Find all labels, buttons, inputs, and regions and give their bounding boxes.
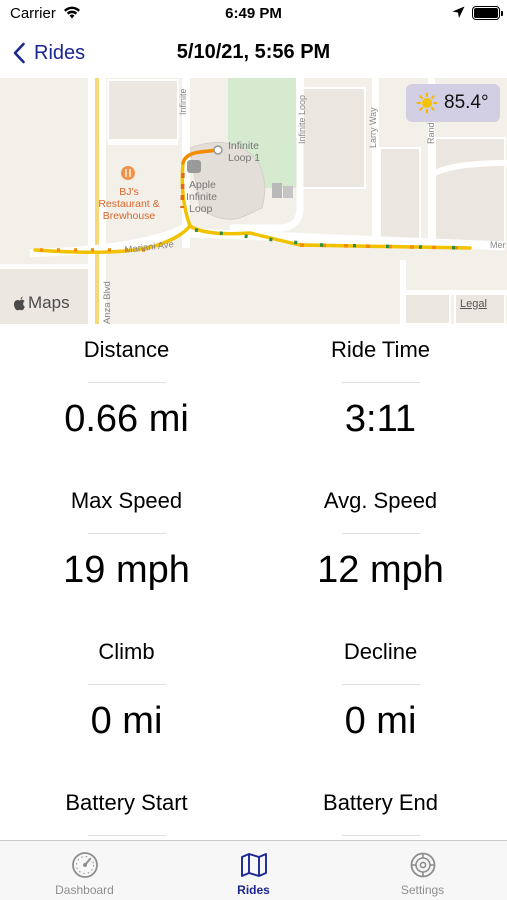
location-arrow-icon bbox=[452, 6, 465, 18]
street-infinite-loop-label: Infinite Loop bbox=[297, 95, 307, 144]
stat-label: Climb bbox=[98, 639, 155, 664]
building-label-line-1: Infinite bbox=[228, 140, 259, 152]
stat-climb: Climb 0 mi bbox=[0, 626, 253, 755]
page-title: 5/10/21, 5:56 PM bbox=[176, 41, 331, 63]
stat-value: 0 mi bbox=[344, 700, 417, 742]
battery-icon bbox=[472, 6, 503, 20]
stat-label: Battery End bbox=[323, 790, 438, 815]
stat-battery-start: Battery Start bbox=[0, 777, 253, 836]
street-mer-label: Mer bbox=[490, 240, 506, 250]
tab-settings[interactable]: Settings bbox=[338, 841, 507, 900]
maps-branding: Maps bbox=[28, 293, 70, 312]
tab-label: Settings bbox=[400, 883, 445, 897]
weather-temperature: 85.4° bbox=[444, 92, 489, 113]
stat-value: 0.66 mi bbox=[64, 398, 189, 440]
legal-link[interactable]: Legal bbox=[460, 298, 487, 310]
tab-dashboard[interactable]: Dashboard bbox=[0, 841, 169, 900]
navigation-bar: Rides 5/10/21, 5:56 PM bbox=[0, 30, 507, 78]
campus-label-line-1: Apple bbox=[189, 179, 216, 191]
maps-logo: Maps bbox=[13, 293, 70, 313]
gear-icon bbox=[410, 852, 435, 878]
stat-value: 19 mph bbox=[63, 549, 190, 591]
stat-label: Battery Start bbox=[65, 790, 188, 815]
apple-logo-icon bbox=[13, 296, 25, 310]
ride-stats: Distance 0.66 mi Ride Time 3:11 Max Spee… bbox=[0, 324, 507, 840]
building-label-line-2: Loop 1 bbox=[228, 152, 260, 164]
stat-label: Decline bbox=[343, 639, 418, 664]
status-bar: Carrier 6:49 PM bbox=[0, 0, 507, 30]
campus-label-line-3: Loop bbox=[189, 203, 213, 215]
stat-distance: Distance 0.66 mi bbox=[0, 324, 253, 453]
campus-label-line-2: Infinite bbox=[186, 191, 217, 203]
stat-max-speed: Max Speed 19 mph bbox=[0, 475, 253, 604]
stat-value: 3:11 bbox=[344, 398, 417, 440]
speedometer-icon bbox=[71, 852, 98, 878]
status-time: 6:49 PM bbox=[225, 5, 282, 22]
street-anza-label: Anza Blvd bbox=[102, 281, 113, 324]
divider bbox=[341, 835, 420, 836]
tab-label: Rides bbox=[237, 883, 270, 897]
stat-label: Ride Time bbox=[330, 337, 431, 362]
weather-badge: 85.4° bbox=[406, 84, 500, 122]
street-infinite-left-label: Infinite bbox=[178, 88, 188, 115]
tab-label: Dashboard bbox=[55, 883, 114, 897]
stat-battery-end: Battery End bbox=[254, 777, 507, 836]
tab-rides[interactable]: Rides bbox=[169, 841, 338, 900]
stat-value: 12 mph bbox=[317, 549, 444, 591]
stat-label: Max Speed bbox=[70, 488, 183, 513]
tab-bar: Dashboard Rides Settings bbox=[0, 840, 507, 900]
map-icon bbox=[240, 853, 267, 877]
stat-label: Distance bbox=[83, 337, 170, 362]
stat-avg-speed: Avg. Speed 12 mph bbox=[254, 475, 507, 604]
divider bbox=[87, 835, 166, 836]
stat-label: Avg. Speed bbox=[323, 488, 438, 513]
stat-value: 0 mi bbox=[90, 700, 163, 742]
poi-label-line-1: BJ's bbox=[119, 186, 139, 198]
street-larry-way-label: Larry Way bbox=[368, 107, 378, 148]
stat-decline: Decline 0 mi bbox=[254, 626, 507, 755]
poi-label-line-2: Restaurant & bbox=[98, 198, 159, 210]
stat-ride-time: Ride Time 3:11 bbox=[254, 324, 507, 453]
poi-label-line-3: Brewhouse bbox=[103, 210, 156, 222]
sun-icon bbox=[416, 92, 438, 114]
